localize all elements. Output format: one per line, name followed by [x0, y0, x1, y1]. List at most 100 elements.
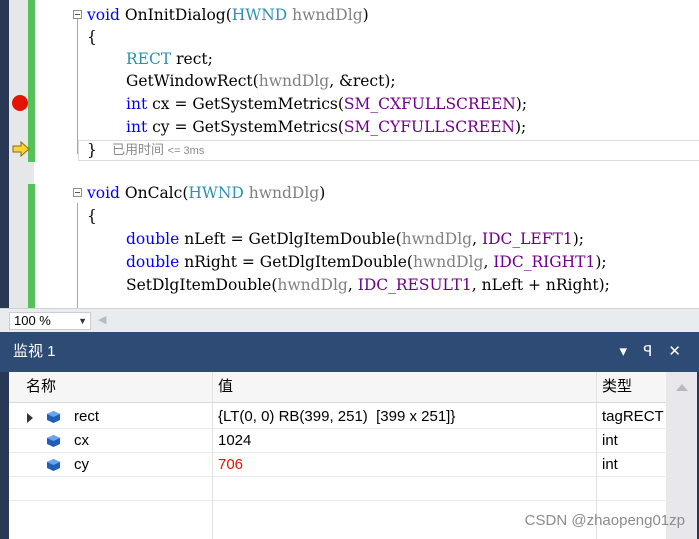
code-token: , nLeft + nRight);	[471, 276, 610, 294]
watch-row-name: cx	[74, 432, 89, 449]
code-line: int cy = GetSystemMetrics(SM_CYFULLSCREE…	[126, 116, 526, 138]
code-token: )	[362, 6, 369, 24]
code-token: cy = GetSystemMetrics(	[147, 118, 344, 136]
code-token: SM_CYFULLSCREEN	[343, 118, 515, 136]
watch-row-type: tagRECT	[602, 408, 664, 425]
code-token: );	[515, 118, 527, 136]
code-line: {	[87, 205, 97, 227]
column-header-name[interactable]: 名称	[26, 372, 56, 402]
code-line: {	[87, 26, 97, 48]
code-line: GetWindowRect(hwndDlg, &rect);	[126, 70, 396, 92]
code-token: , &rect);	[329, 72, 396, 90]
variable-icon	[47, 435, 60, 447]
change-tracking-bar	[28, 184, 35, 308]
breakpoint-icon[interactable]	[12, 95, 28, 111]
code-token: ,	[472, 230, 482, 248]
code-token: OnInitDialog(	[119, 6, 232, 24]
code-token: );	[515, 95, 528, 113]
code-token: double	[126, 253, 180, 271]
watch-row-value[interactable]: 706	[218, 453, 243, 477]
code-line: double nLeft = GetDlgItemDouble(hwndDlg,…	[126, 228, 584, 250]
code-token: int	[126, 118, 148, 136]
zoom-level-dropdown[interactable]: 100 % ▼	[9, 312, 91, 330]
watch-row-type: int	[602, 456, 618, 473]
code-token: nLeft = GetDlgItemDouble(	[179, 230, 402, 248]
code-line: void OnCalc(HWND hwndDlg)	[87, 182, 325, 204]
code-token: void	[87, 184, 120, 202]
watch-row-empty[interactable]	[9, 477, 666, 501]
code-token: GetWindowRect(	[126, 72, 259, 90]
scroll-up-icon[interactable]	[676, 384, 688, 391]
column-header-type[interactable]: 类型	[602, 372, 632, 402]
pin-icon[interactable]: ꟼ	[643, 342, 652, 362]
code-token: SetDlgItemDouble(	[126, 276, 278, 294]
watch-row-value[interactable]: 1024	[218, 429, 251, 453]
code-token: IDC_LEFT1	[481, 230, 573, 248]
close-icon[interactable]: ✕	[668, 342, 681, 362]
code-token: hwndDlg	[258, 72, 330, 90]
code-token: OnCalc(	[119, 184, 189, 202]
code-token: hwndDlg	[277, 276, 348, 294]
watch-row-value[interactable]: {LT(0, 0) RB(399, 251) [399 x 251]}	[218, 405, 455, 429]
code-token: HWND	[188, 184, 244, 202]
code-token: hwndDlg	[401, 230, 473, 248]
execution-pointer-icon[interactable]	[12, 141, 30, 157]
code-line: int cx = GetSystemMetrics(SM_CXFULLSCREE…	[126, 93, 527, 115]
code-token: }	[87, 141, 97, 159]
code-token: hwndDlg	[292, 6, 363, 24]
code-editor[interactable]: void OnInitDialog(HWND hwndDlg) { RECT r…	[0, 0, 699, 308]
code-line: double nRight = GetDlgItemDouble(hwndDlg…	[126, 251, 607, 273]
collapse-toggle-icon[interactable]	[73, 10, 82, 19]
variable-icon	[47, 411, 60, 423]
code-token: HWND	[231, 6, 288, 24]
code-token: );	[572, 230, 584, 248]
chevron-down-icon[interactable]: ▼	[78, 313, 87, 329]
code-token: rect;	[171, 50, 213, 68]
watch-window-title: 监视 1	[13, 343, 56, 360]
watermark: CSDN @zhaopeng01zp	[524, 512, 685, 529]
editor-left-edge	[0, 0, 9, 308]
watch-row[interactable]: rect {LT(0, 0) RB(399, 251) [399 x 251]}…	[9, 405, 666, 429]
code-token: );	[595, 253, 607, 271]
zoom-level-value: 100 %	[14, 313, 51, 328]
watch-row-name: cy	[74, 456, 89, 473]
column-header-row: 名称 值 类型	[9, 372, 697, 403]
editor-zoom-bar: 100 % ▼ ◀	[0, 308, 699, 332]
code-token: nRight = GetDlgItemDouble(	[179, 253, 413, 271]
perf-tip-value: <= 3ms	[167, 145, 205, 157]
code-token: void	[87, 6, 120, 24]
watch-row-type: int	[602, 432, 618, 449]
window-controls: ▾ ꟼ ✕	[608, 342, 682, 362]
watch-window-header[interactable]: 监视 1 ▾ ꟼ ✕	[0, 332, 699, 372]
code-line: void OnInitDialog(HWND hwndDlg)	[87, 4, 369, 26]
code-token: int	[126, 95, 148, 113]
outline-guide	[77, 203, 78, 308]
perf-tip-label: 已用时间	[112, 142, 165, 157]
collapse-toggle-icon[interactable]	[73, 188, 82, 197]
code-token: SM_CXFULLSCREEN	[343, 95, 516, 113]
code-token: hwndDlg	[248, 184, 320, 202]
code-token: double	[126, 230, 180, 248]
code-line: }	[87, 139, 97, 161]
scroll-left-icon[interactable]: ◀	[98, 313, 106, 326]
code-token: cx = GetSystemMetrics(	[147, 95, 344, 113]
dropdown-icon[interactable]: ▾	[620, 342, 628, 362]
outline-guide	[77, 18, 78, 154]
code-token: {	[87, 28, 97, 46]
code-token: IDC_RESULT1	[357, 276, 472, 294]
code-line: RECT rect;	[126, 48, 213, 70]
code-token: )	[319, 184, 326, 202]
code-token: hwndDlg	[412, 253, 484, 271]
code-token: {	[87, 207, 97, 225]
change-tracking-bar	[28, 0, 35, 162]
code-token: IDC_RIGHT1	[493, 253, 596, 271]
watch-row[interactable]: cy 706 int	[9, 453, 666, 477]
code-token: ,	[347, 276, 358, 294]
code-token: RECT	[126, 50, 172, 68]
perf-tip[interactable]: 已用时间 <= 3ms	[112, 140, 204, 160]
watch-row[interactable]: cx 1024 int	[9, 429, 666, 453]
code-token: ,	[483, 253, 494, 271]
code-line: SetDlgItemDouble(hwndDlg, IDC_RESULT1, n…	[126, 274, 610, 296]
expand-arrow-icon[interactable]	[27, 413, 33, 423]
column-header-value[interactable]: 值	[218, 372, 233, 402]
